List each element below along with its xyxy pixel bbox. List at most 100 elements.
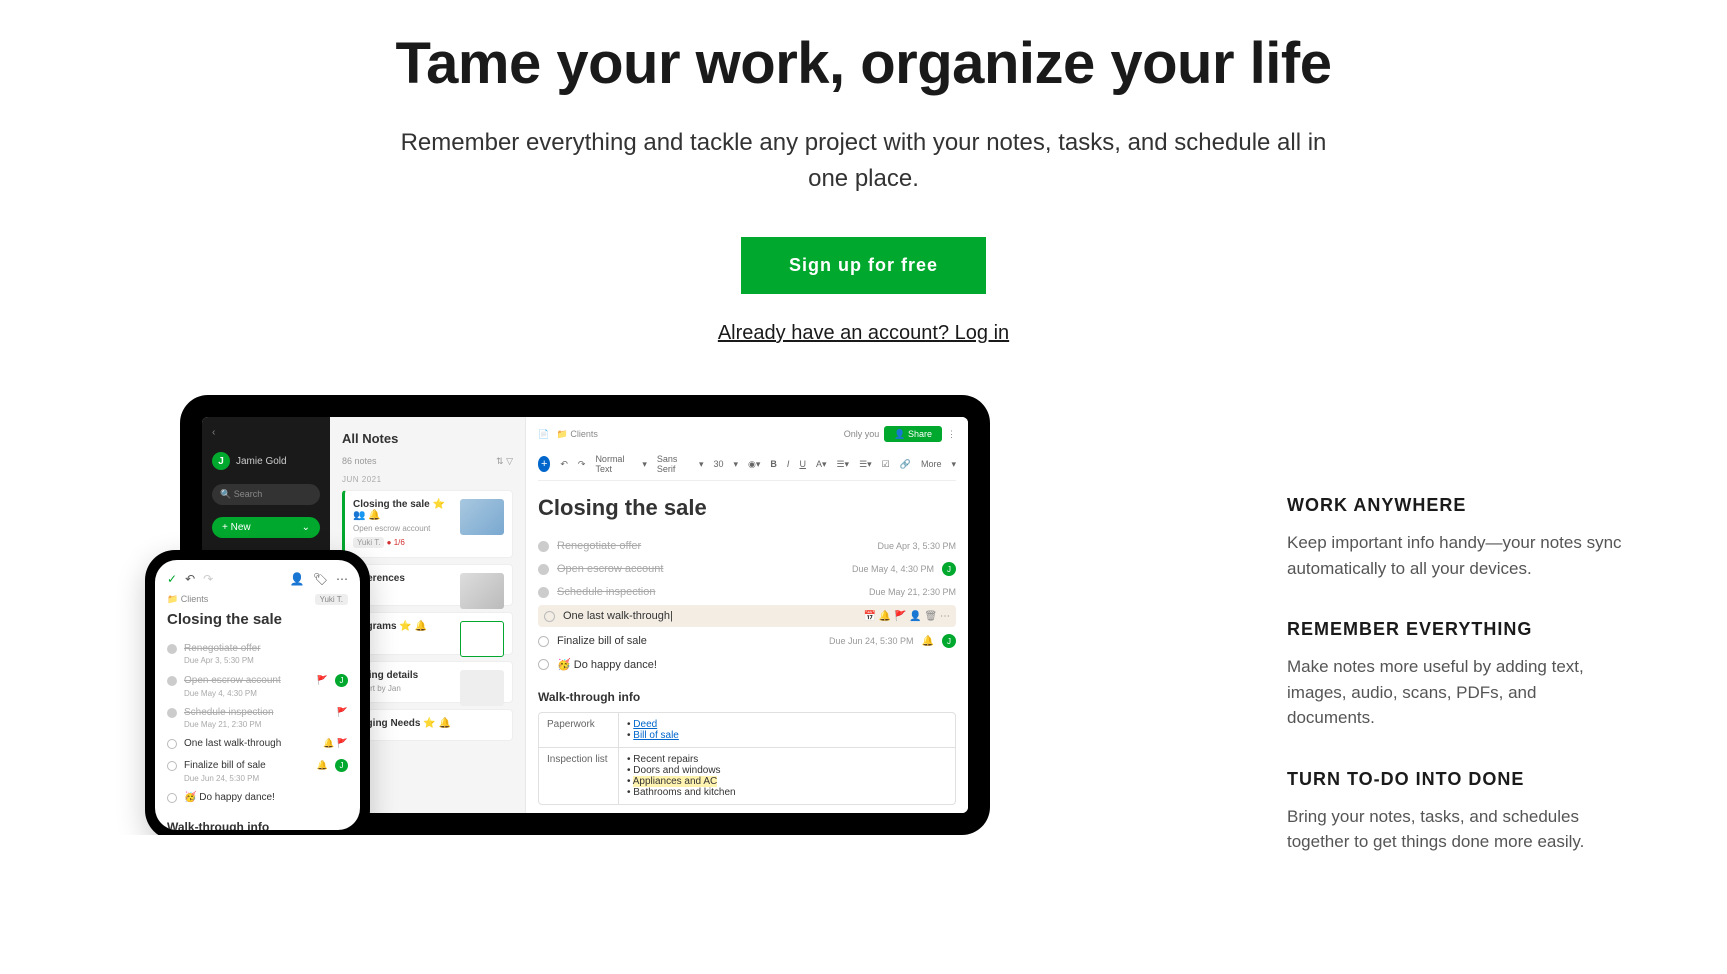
feature-block: WORK ANYWHERE Keep important info handy—… [1287,495,1627,581]
underline-icon[interactable]: U [799,459,806,469]
task-row[interactable]: Schedule inspection Due May 21, 2:30 PM [538,581,956,603]
table-label: Inspection list [539,748,619,804]
task-checkbox[interactable] [167,708,177,718]
note-count: 86 notes [342,456,377,467]
table-link[interactable]: Deed [633,719,657,730]
tag-icon[interactable]: 🏷 [313,572,328,586]
task-checkbox[interactable] [167,676,177,686]
phone-task-row[interactable]: One last walk-through🔔 🚩 [167,733,348,754]
table-link[interactable]: Bill of sale [633,730,679,741]
hero-subtitle: Remember everything and tackle any proje… [384,125,1344,197]
redo-icon[interactable]: ↷ [578,459,586,470]
number-list-icon[interactable]: ☰▾ [859,459,872,470]
table-label: Paperwork [539,713,619,747]
task-checkbox[interactable] [538,564,549,575]
task-row[interactable]: Finalize bill of sale Due Jun 24, 5:30 PM… [538,629,956,653]
back-icon[interactable]: ‹ [212,427,320,438]
bold-icon[interactable]: B [770,459,777,469]
task-label: Open escrow account [557,563,844,575]
bullet-list-icon[interactable]: ☰▾ [836,459,849,470]
assignee-badge: J [335,759,348,772]
task-due: Due Apr 3, 5:30 PM [877,541,956,551]
note-thumbnail [460,499,504,535]
task-checkbox[interactable] [167,761,177,771]
phone-breadcrumb[interactable]: Clients [181,594,209,604]
user-add-icon[interactable]: 👤 [290,572,305,586]
info-table: Paperwork Deed Bill of sale Inspection l… [538,712,956,805]
check-icon[interactable]: ✓ [167,572,177,586]
task-checkbox[interactable] [538,659,549,670]
task-label: Open escrow account [184,675,310,686]
font-select[interactable]: Sans Serif [657,454,689,474]
note-thumbnail [460,621,504,657]
task-checkbox[interactable] [538,636,549,647]
phone-note-title: Closing the sale [167,611,348,628]
feature-body: Make notes more useful by adding text, i… [1287,654,1627,731]
assignee-badge: J [335,674,348,687]
task-label: Finalize bill of sale [557,635,821,647]
task-checkbox[interactable] [167,739,177,749]
phone-task-row[interactable]: 🥳 Do happy dance! [167,787,348,808]
new-note-button[interactable]: + New⌄ [212,517,320,538]
checklist-icon[interactable]: ☑ [882,459,890,470]
task-checkbox[interactable] [167,644,177,654]
hero-title: Tame your work, organize your life [20,30,1707,97]
task-checkbox[interactable] [544,611,555,622]
text-style-select[interactable]: Normal Text [595,454,632,474]
font-size-select[interactable]: 30 [714,459,724,469]
features-column: WORK ANYWHERE Keep important info handy—… [1287,395,1627,893]
assignee-badge: J [942,562,956,576]
highlight-icon[interactable]: A▾ [816,459,827,470]
more-icon[interactable]: ⋮ [947,429,956,439]
share-button[interactable]: 👤 Share [884,426,942,442]
note-title[interactable]: Closing the sale [538,495,956,521]
product-showcase: ‹ J Jamie Gold 🔍 Search + New⌄ All Notes… [0,395,1727,893]
undo-icon[interactable]: ↶ [185,572,195,586]
feature-block: TURN TO-DO INTO DONE Bring your notes, t… [1287,769,1627,855]
task-checkbox[interactable] [538,541,549,552]
task-row[interactable]: 🥳 Do happy dance! [538,653,956,676]
task-due: Due Jun 24, 5:30 PM [184,774,348,783]
phone-tag: Yuki T. [315,594,348,605]
feature-heading: TURN TO-DO INTO DONE [1287,769,1627,790]
note-editor: 📄 📁 Clients Only you 👤 Share ⋮ + ↶ ↷ Nor… [526,417,968,813]
section-heading: Walk-through info [538,690,956,704]
task-due: Due May 21, 2:30 PM [869,587,956,597]
task-row[interactable]: Open escrow account Due May 4, 4:30 PM J [538,557,956,581]
task-label: Renegotiate offer [557,540,869,552]
user-profile[interactable]: J Jamie Gold [212,452,320,470]
search-input[interactable]: 🔍 Search [212,484,320,505]
phone-frame: ✓ ↶ ↷ 👤 🏷 ⋯ 📁 Clients Yuki T. Closing th… [145,550,370,835]
task-checkbox[interactable] [538,587,549,598]
task-row[interactable]: One last walk-through|📅 🔔 🚩 👤 🗑 ⋯ [538,605,956,627]
breadcrumb[interactable]: Clients [570,429,598,439]
note-thumbnail [460,573,504,609]
insert-button[interactable]: + [538,456,550,472]
task-due: Due Apr 3, 5:30 PM [184,656,348,665]
device-mockups: ‹ J Jamie Gold 🔍 Search + New⌄ All Notes… [100,395,1207,835]
link-icon[interactable]: 🔗 [900,459,911,470]
task-row[interactable]: Renegotiate offer Due Apr 3, 5:30 PM [538,535,956,557]
color-icon[interactable]: ◉▾ [748,459,760,470]
login-link[interactable]: Already have an account? Log in [20,322,1707,345]
task-label: Schedule inspection [557,586,861,598]
task-due: Due May 4, 4:30 PM [852,564,934,574]
feature-body: Keep important info handy—your notes syn… [1287,530,1627,581]
flag-icon: 🔔 [922,636,934,647]
task-label: Finalize bill of sale [184,760,310,771]
signup-button[interactable]: Sign up for free [741,237,986,294]
feature-body: Bring your notes, tasks, and schedules t… [1287,804,1627,855]
task-due: Due May 4, 4:30 PM [184,689,348,698]
task-checkbox[interactable] [167,793,177,803]
filter-icon[interactable]: ⇅ ▽ [496,456,513,467]
italic-icon[interactable]: I [787,459,790,469]
task-due: Due Jun 24, 5:30 PM [829,636,914,646]
month-divider: JUN 2021 [342,475,513,484]
task-label: 🥳 Do happy dance! [557,658,956,671]
note-card[interactable]: Closing the sale ⭐ 👥 🔔 Open escrow accou… [342,490,513,558]
task-label: One last walk-through [184,738,316,749]
more-format-button[interactable]: More [921,459,942,469]
more-icon[interactable]: ⋯ [336,572,348,586]
undo-icon[interactable]: ↶ [560,459,568,470]
redo-icon[interactable]: ↷ [203,572,213,586]
